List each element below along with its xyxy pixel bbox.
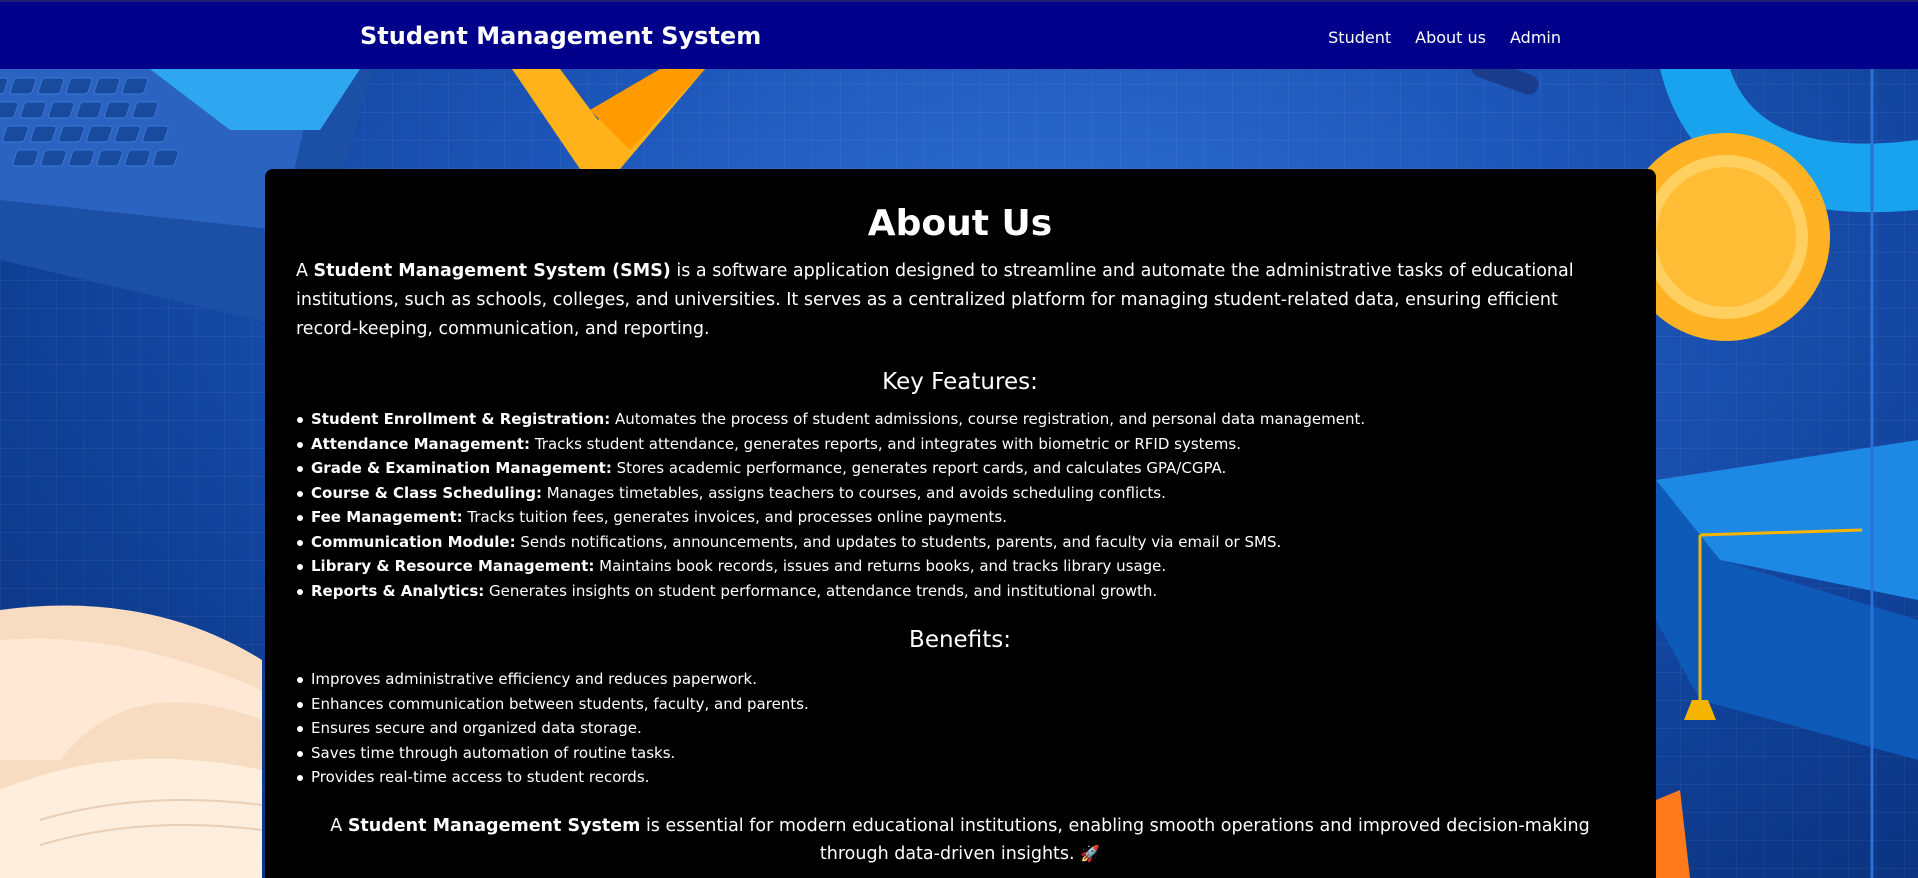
intro-bold: Student Management System (SMS) — [313, 261, 671, 281]
feature-item: Grade & Examination Management: Stores a… — [296, 456, 1624, 481]
page-title: About Us — [867, 203, 1053, 244]
feature-title: Reports & Analytics: — [311, 581, 485, 600]
feature-text: Sends notifications, announcements, and … — [515, 532, 1282, 551]
graduation-cap-illustration — [1656, 440, 1918, 760]
benefit-item: Ensures secure and organized data storag… — [296, 716, 1624, 741]
nav-link-admin[interactable]: Admin — [1510, 28, 1561, 47]
feature-item: Communication Module: Sends notification… — [296, 530, 1624, 555]
feature-text: Generates insights on student performanc… — [484, 581, 1158, 600]
feature-item: Fee Management: Tracks tuition fees, gen… — [296, 505, 1624, 530]
feature-title: Communication Module: — [311, 532, 516, 551]
feature-item: Course & Class Scheduling: Manages timet… — [296, 481, 1624, 506]
feature-title: Library & Resource Management: — [311, 557, 595, 575]
book-illustration — [0, 758, 263, 878]
feature-item: Reports & Analytics: Generates insights … — [296, 579, 1624, 604]
checkmark-illustration — [512, 69, 705, 169]
brand-link[interactable]: Student Management System — [360, 22, 761, 50]
feature-title: Student Enrollment & Registration: — [311, 410, 611, 428]
feature-title: Grade & Examination Management: — [311, 459, 612, 477]
nav-links: Student About us Admin — [1328, 28, 1561, 47]
intro-prefix: A — [296, 261, 314, 281]
about-card: About Us A Student Management System (SM… — [265, 169, 1656, 878]
feature-text: Manages timetables, assigns teachers to … — [542, 483, 1166, 502]
feature-text: Automates the process of student admissi… — [610, 410, 1366, 428]
nav-link-about-us[interactable]: About us — [1415, 28, 1486, 47]
feature-text: Maintains book records, issues and retur… — [594, 557, 1167, 575]
features-list: Student Enrollment & Registration: Autom… — [296, 407, 1624, 603]
benefit-item: Provides real-time access to student rec… — [296, 765, 1624, 790]
benefit-item: Enhances communication between students,… — [296, 692, 1624, 717]
feature-item: Attendance Management: Tracks student at… — [296, 432, 1624, 457]
benefit-item: Improves administrative efficiency and r… — [296, 667, 1624, 692]
feature-text: Stores academic performance, generates r… — [611, 459, 1227, 477]
closing-text: is essential for modern educational inst… — [640, 815, 1590, 864]
navbar: Student Management System Student About … — [0, 0, 1918, 69]
rocket-icon: 🚀 — [1080, 843, 1101, 863]
closing-paragraph: A Student Management System is essential… — [296, 812, 1624, 868]
feature-text: Tracks tuition fees, generates invoices,… — [462, 508, 1007, 526]
benefits-heading: Benefits: — [909, 627, 1011, 653]
intro-paragraph: A Student Management System (SMS) is a s… — [296, 257, 1624, 344]
feature-title: Fee Management: — [311, 508, 463, 526]
benefit-item: Saves time through automation of routine… — [296, 741, 1624, 766]
benefits-list: Improves administrative efficiency and r… — [296, 667, 1624, 790]
feature-title: Attendance Management: — [311, 434, 531, 453]
orange-shape — [1656, 790, 1690, 878]
closing-bold: Student Management System — [347, 815, 641, 836]
features-heading: Key Features: — [882, 369, 1038, 395]
feature-title: Course & Class Scheduling: — [311, 483, 543, 502]
feature-item: Student Enrollment & Registration: Autom… — [296, 407, 1624, 432]
nav-link-student[interactable]: Student — [1328, 28, 1391, 47]
feature-text: Tracks student attendance, generates rep… — [530, 434, 1241, 453]
feature-item: Library & Resource Management: Maintains… — [296, 554, 1624, 579]
closing-prefix: A — [330, 815, 348, 836]
